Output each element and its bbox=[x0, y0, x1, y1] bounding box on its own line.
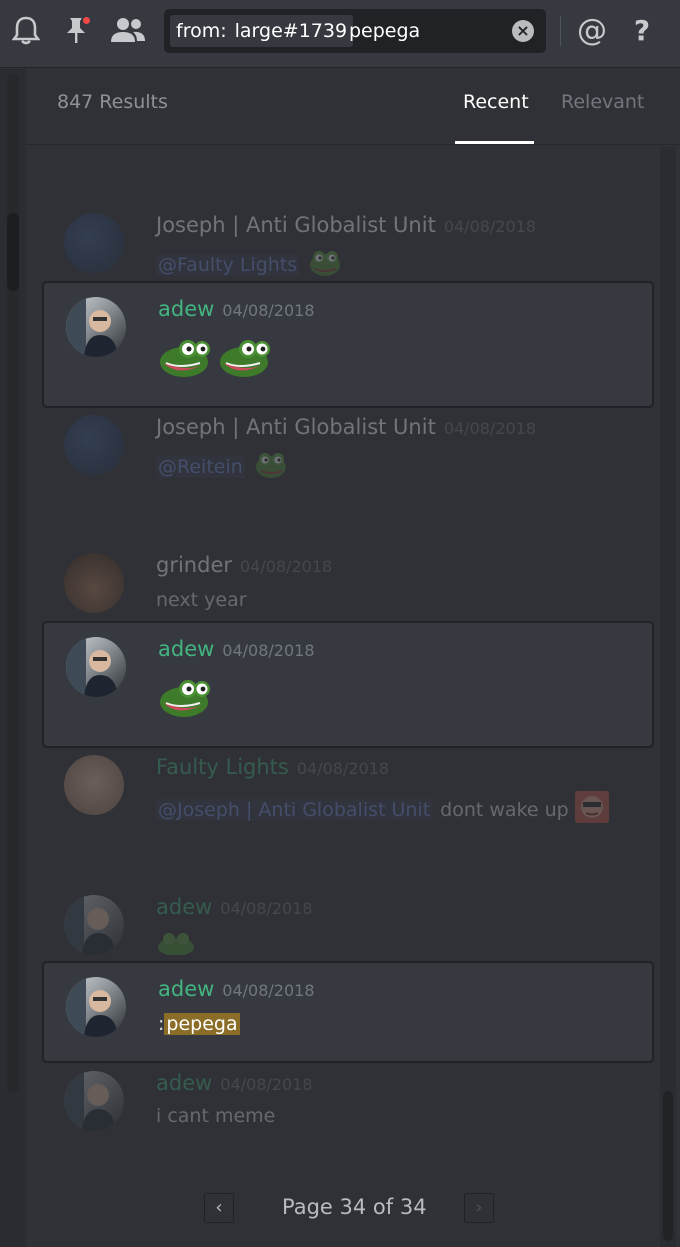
message-content: @Reitein bbox=[156, 449, 297, 484]
search-result-hit[interactable]: adew 04/08/2018 bbox=[42, 281, 654, 408]
results-scrollbar[interactable] bbox=[660, 147, 676, 1247]
results-scrollbar-thumb[interactable] bbox=[663, 1091, 673, 1241]
face-emoji bbox=[574, 791, 609, 828]
search-highlight: pepega bbox=[164, 1013, 240, 1035]
avatar[interactable] bbox=[64, 895, 124, 955]
pepe-emoji bbox=[156, 929, 196, 960]
results-count: 847 Results bbox=[57, 91, 168, 113]
pagination: ‹ Page 34 of 34 › bbox=[26, 1189, 660, 1229]
search-input[interactable]: from: large#1739 pepega × bbox=[164, 9, 546, 53]
message-content: i cant meme bbox=[156, 1105, 275, 1127]
pepega-emoji bbox=[218, 335, 272, 384]
results-header: 847 Results Recent Relevant bbox=[26, 69, 680, 145]
top-toolbar: from: large#1739 pepega × @ ? bbox=[0, 0, 680, 68]
avatar[interactable] bbox=[64, 415, 124, 475]
search-results-panel: 847 Results Recent Relevant Joseph | Ant… bbox=[26, 69, 680, 1247]
message-timestamp: 04/08/2018 bbox=[240, 557, 333, 576]
message-timestamp: 04/08/2018 bbox=[222, 981, 315, 1000]
pepega-emoji bbox=[158, 335, 212, 384]
search-result-context[interactable]: adew 04/08/2018 i cant meme bbox=[42, 1063, 654, 1143]
filter-key: from: bbox=[176, 20, 227, 42]
mention-icon[interactable]: @ bbox=[576, 12, 608, 48]
notification-dot bbox=[81, 15, 92, 26]
avatar[interactable] bbox=[64, 213, 124, 273]
bell-icon[interactable] bbox=[10, 12, 42, 48]
message-author[interactable]: adew 04/08/2018 bbox=[156, 895, 313, 919]
toolbar-divider bbox=[560, 16, 561, 46]
message-content bbox=[156, 929, 202, 960]
user-mention[interactable]: @Joseph | Anti Globalist Unit bbox=[156, 799, 432, 821]
pin-icon[interactable] bbox=[60, 12, 92, 48]
user-mention[interactable]: @Faulty Lights bbox=[156, 254, 299, 276]
avatar[interactable] bbox=[64, 1071, 124, 1131]
left-scrollbar-thumb[interactable] bbox=[7, 213, 19, 291]
user-mention[interactable]: @Reitein bbox=[156, 456, 245, 478]
pepe-smug-emoji bbox=[253, 449, 291, 484]
message-author[interactable]: adew 04/08/2018 bbox=[156, 1071, 313, 1095]
message-timestamp: 04/08/2018 bbox=[443, 217, 537, 236]
search-result-context[interactable]: Joseph | Anti Globalist Unit 04/08/2018 @… bbox=[42, 409, 654, 489]
tab-recent[interactable]: Recent bbox=[463, 91, 529, 113]
message-timestamp: 04/08/2018 bbox=[220, 1075, 313, 1094]
message-content: @Joseph | Anti Globalist Unit dont wake … bbox=[156, 791, 615, 828]
members-icon[interactable] bbox=[108, 12, 148, 48]
search-query[interactable]: pepega bbox=[349, 15, 420, 47]
pepega-emoji bbox=[158, 675, 212, 724]
message-timestamp: 04/08/2018 bbox=[222, 301, 315, 320]
search-result-context[interactable]: Joseph | Anti Globalist Unit 04/08/2018 @… bbox=[42, 201, 654, 281]
message-author[interactable]: adew 04/08/2018 bbox=[158, 637, 315, 661]
chevron-left-icon[interactable]: ‹ bbox=[204, 1193, 234, 1223]
avatar[interactable] bbox=[64, 755, 124, 815]
search-result-context[interactable]: Faulty Lights 04/08/2018 @Joseph | Anti G… bbox=[42, 749, 654, 839]
message-author[interactable]: grinder 04/08/2018 bbox=[156, 553, 332, 577]
search-result-context[interactable]: grinder 04/08/2018 next year bbox=[42, 545, 654, 625]
avatar[interactable] bbox=[66, 637, 126, 697]
message-timestamp: 04/08/2018 bbox=[296, 759, 390, 778]
avatar[interactable] bbox=[66, 297, 126, 357]
search-result-hit[interactable]: adew 04/08/2018 bbox=[42, 621, 654, 748]
search-result-context[interactable]: adew 04/08/2018 bbox=[42, 885, 654, 965]
message-timestamp: 04/08/2018 bbox=[220, 899, 313, 918]
chevron-right-icon[interactable]: › bbox=[464, 1193, 494, 1223]
filter-value: large#1739 bbox=[234, 20, 348, 42]
message-text: dont wake up bbox=[440, 798, 569, 821]
message-author[interactable]: adew 04/08/2018 bbox=[158, 297, 315, 321]
message-author[interactable]: Faulty Lights 04/08/2018 bbox=[156, 755, 389, 779]
avatar[interactable] bbox=[66, 977, 126, 1037]
search-filter-chip[interactable]: from: large#1739 bbox=[170, 15, 354, 47]
search-result-hit[interactable]: adew 04/08/2018 : pepega bbox=[42, 961, 654, 1063]
message-text: i cant meme bbox=[156, 1105, 276, 1127]
message-text: next year bbox=[156, 589, 247, 611]
tab-relevant[interactable]: Relevant bbox=[561, 91, 644, 113]
message-content bbox=[158, 675, 218, 724]
pepe-smug-emoji bbox=[307, 247, 345, 282]
message-author[interactable]: Joseph | Anti Globalist Unit 04/08/2018 bbox=[156, 415, 536, 439]
message-author[interactable]: Joseph | Anti Globalist Unit 04/08/2018 bbox=[156, 213, 536, 237]
close-icon[interactable]: × bbox=[512, 20, 534, 42]
message-content: next year bbox=[156, 589, 247, 611]
message-content: : pepega bbox=[158, 1013, 240, 1035]
message-timestamp: 04/08/2018 bbox=[443, 419, 537, 438]
message-content: @Faulty Lights bbox=[156, 247, 351, 282]
avatar[interactable] bbox=[64, 553, 124, 613]
left-channel-strip bbox=[0, 69, 26, 1247]
message-content bbox=[158, 335, 278, 384]
active-tab-indicator bbox=[455, 141, 534, 144]
message-timestamp: 04/08/2018 bbox=[222, 641, 315, 660]
page-indicator: Page 34 of 34 bbox=[282, 1195, 427, 1219]
help-icon[interactable]: ? bbox=[626, 12, 658, 48]
message-author[interactable]: adew 04/08/2018 bbox=[158, 977, 315, 1001]
